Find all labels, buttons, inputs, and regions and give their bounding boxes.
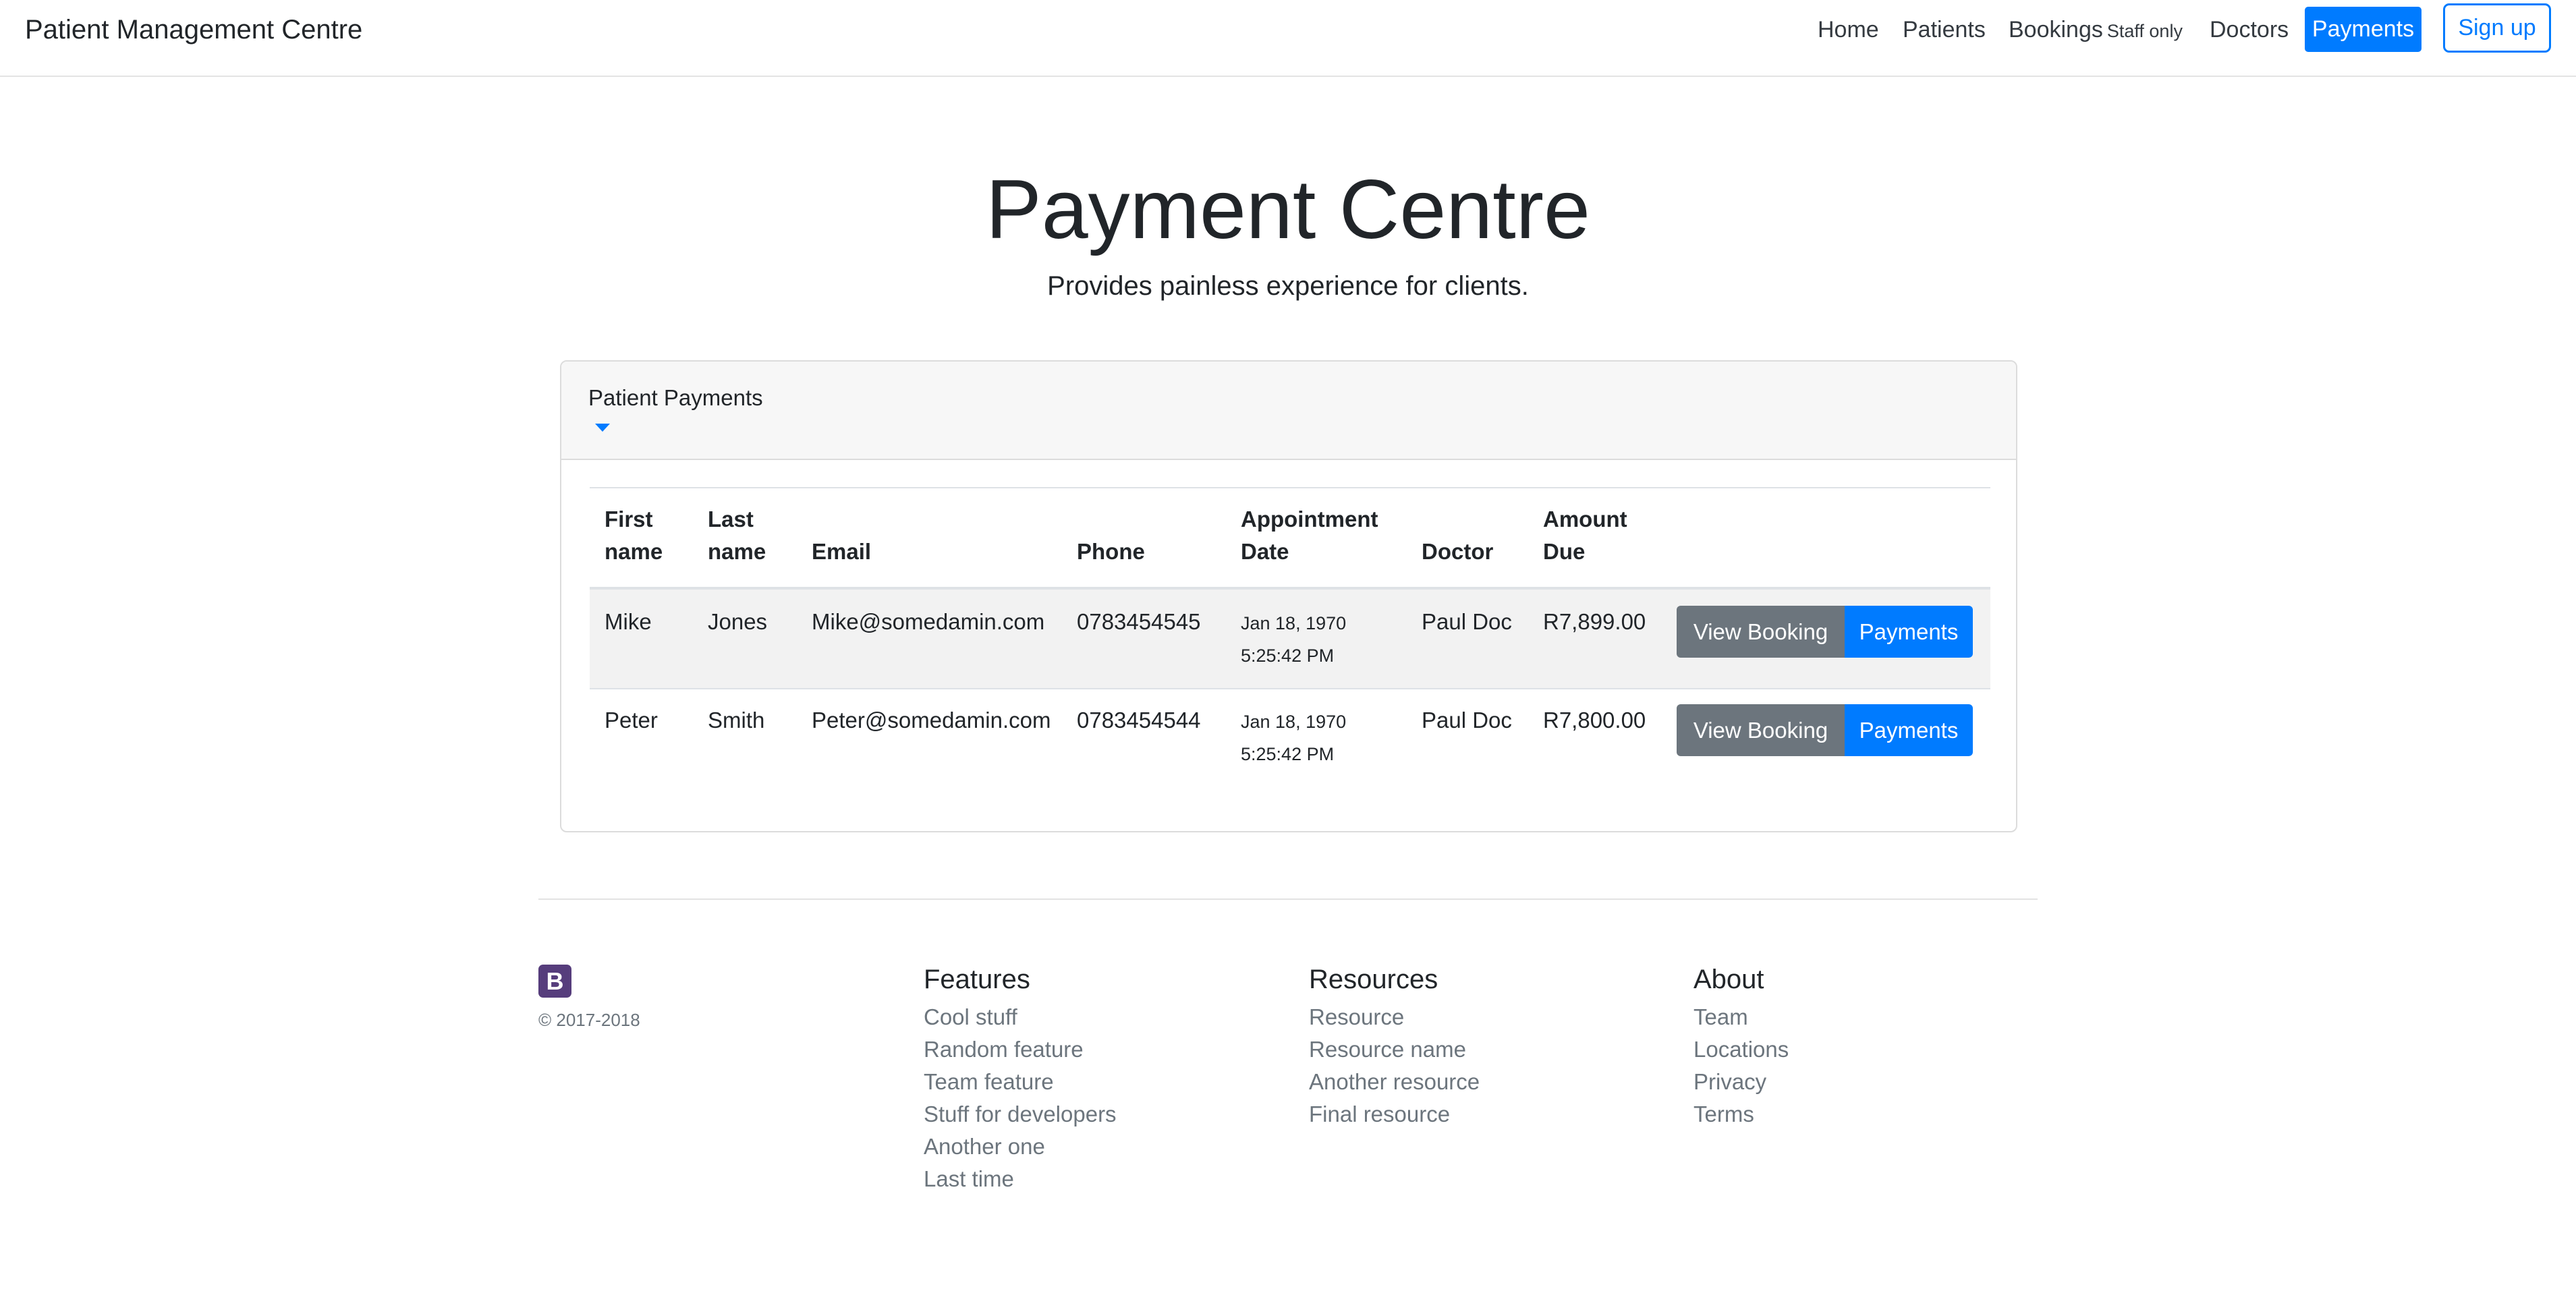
column-header-amount-due: Amount Due: [1543, 503, 1627, 568]
header-line: Amount: [1543, 507, 1627, 532]
footer-link[interactable]: Another resource: [1309, 1066, 1480, 1098]
cell-doctor: Paul Doc: [1422, 708, 1512, 733]
cell-last-name: Smith: [708, 708, 765, 733]
cell-amount-due: R7,899.00: [1543, 609, 1646, 634]
footer-divider: [538, 898, 2038, 900]
row-action-buttons: View Booking Payments: [1677, 606, 1973, 658]
nav-doctors[interactable]: Doctors: [2210, 12, 2289, 47]
nav-bookings[interactable]: Bookings Staff only: [2009, 12, 2183, 49]
nav-payments-label: Payments: [2312, 16, 2415, 42]
bootstrap-logo-icon: B: [538, 965, 571, 998]
header-line: Appointment: [1241, 507, 1378, 532]
footer-link[interactable]: Locations: [1693, 1033, 1789, 1066]
nav-bookings-label: Bookings: [2009, 17, 2103, 42]
header-line: Last: [708, 507, 754, 532]
view-booking-button[interactable]: View Booking: [1677, 704, 1845, 756]
page-title: Payment Centre: [986, 163, 1590, 256]
footer-link[interactable]: Terms: [1693, 1098, 1789, 1131]
header-line: name: [708, 539, 766, 564]
nav-payments[interactable]: Payments: [2305, 7, 2421, 52]
copyright: © 2017-2018: [538, 1010, 640, 1030]
footer-column-title: Features: [924, 965, 1030, 994]
column-header-doctor: Doctor: [1422, 539, 1494, 564]
cell-phone: 0783454545: [1077, 609, 1201, 634]
footer-link[interactable]: Resource name: [1309, 1033, 1480, 1066]
footer-column-features: Features Cool stuff Random feature Team …: [924, 958, 1117, 1195]
footer-link[interactable]: Random feature: [924, 1033, 1117, 1066]
nav-home[interactable]: Home: [1818, 12, 1879, 47]
payments-button[interactable]: Payments: [1845, 704, 1973, 756]
header-line: First: [605, 507, 653, 532]
cell-first-name: Mike: [605, 609, 652, 634]
footer-link[interactable]: Final resource: [1309, 1098, 1480, 1131]
caret-down-icon[interactable]: [595, 424, 610, 432]
cell-amount-due: R7,800.00: [1543, 708, 1646, 733]
sign-up-label: Sign up: [2458, 15, 2536, 40]
cell-email: Mike@somedamin.com: [812, 609, 1045, 634]
page-subtitle: Provides painless experience for clients…: [1047, 271, 1529, 301]
footer-link[interactable]: Team feature: [924, 1066, 1117, 1098]
footer-link[interactable]: Stuff for developers: [924, 1098, 1117, 1131]
footer-link[interactable]: Cool stuff: [924, 1001, 1117, 1033]
column-header-email: Email: [812, 539, 872, 564]
column-header-first-name: First name: [605, 503, 663, 568]
nav-bookings-badge: Staff only: [2106, 21, 2183, 41]
cell-email: Peter@somedamin.com: [812, 708, 1051, 733]
footer-link[interactable]: Another one: [924, 1131, 1117, 1163]
card-title: Patient Payments: [588, 385, 763, 410]
table-top-border: [590, 487, 1990, 488]
nav-patients[interactable]: Patients: [1903, 12, 1986, 47]
top-navbar: Patient Management Centre Home Patients …: [0, 0, 2576, 77]
header-line: Date: [1241, 539, 1289, 564]
footer-column-title: Resources: [1309, 965, 1438, 994]
navbar-brand[interactable]: Patient Management Centre: [25, 11, 362, 49]
card-header[interactable]: Patient Payments: [561, 362, 2016, 460]
footer-link[interactable]: Team: [1693, 1001, 1789, 1033]
cell-doctor: Paul Doc: [1422, 609, 1512, 634]
footer-link[interactable]: Resource: [1309, 1001, 1480, 1033]
time-line: 5:25:42 PM: [1241, 646, 1335, 666]
date-line: Jan 18, 1970: [1241, 613, 1347, 633]
payments-button[interactable]: Payments: [1845, 606, 1973, 658]
patient-payments-card: Patient Payments First name Last name Em…: [560, 360, 2017, 832]
footer-link[interactable]: Privacy: [1693, 1066, 1789, 1098]
cell-first-name: Peter: [605, 708, 658, 733]
row-action-buttons: View Booking Payments: [1677, 704, 1973, 756]
cell-appointment-date: Jan 18, 1970 5:25:42 PM: [1241, 607, 1346, 672]
cell-last-name: Jones: [708, 609, 768, 634]
view-booking-button[interactable]: View Booking: [1677, 606, 1845, 658]
footer-link[interactable]: Last time: [924, 1163, 1117, 1195]
cell-phone: 0783454544: [1077, 708, 1201, 733]
sign-up-button[interactable]: Sign up: [2443, 3, 2551, 53]
date-line: Jan 18, 1970: [1241, 712, 1347, 732]
footer-column-about: About Team Locations Privacy Terms: [1693, 958, 1789, 1131]
column-header-last-name: Last name: [708, 503, 766, 568]
footer-column-title: About: [1693, 965, 1764, 994]
column-header-phone: Phone: [1077, 539, 1145, 564]
cell-appointment-date: Jan 18, 1970 5:25:42 PM: [1241, 706, 1346, 770]
column-header-appointment-date: Appointment Date: [1241, 503, 1378, 568]
footer-column-resources: Resources Resource Resource name Another…: [1309, 958, 1480, 1131]
header-line: name: [605, 539, 663, 564]
time-line: 5:25:42 PM: [1241, 744, 1335, 764]
header-line: Due: [1543, 539, 1586, 564]
